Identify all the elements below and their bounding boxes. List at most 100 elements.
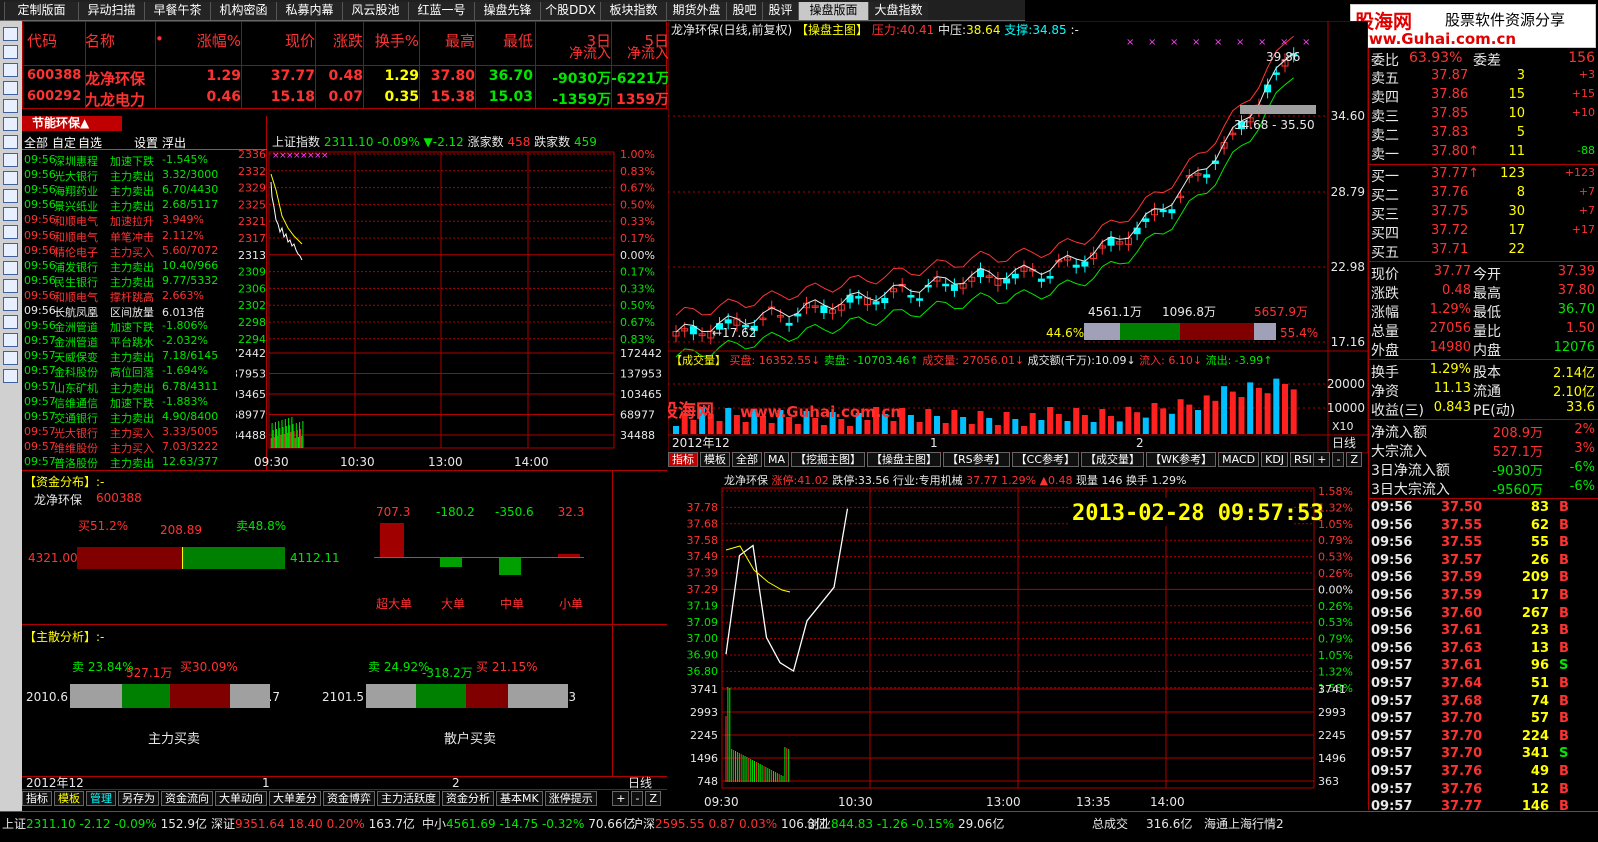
tab-3[interactable]: 机构密函 <box>210 2 276 20</box>
bottom-btn-7[interactable]: 资金博弈 <box>323 791 375 806</box>
list-item[interactable]: 09:56 和顺电气 加速拉升 3.949% <box>22 213 267 228</box>
kline-btn-11[interactable]: KDJ <box>1261 452 1289 467</box>
list-item[interactable]: 09:56 和顺电气 单笔冲击 2.112% <box>22 229 267 244</box>
status-index-0[interactable]: 上证2311.10 -2.12 -0.09% 152.9亿 <box>2 815 207 832</box>
toolbar-icon[interactable] <box>3 153 18 167</box>
col-header-0[interactable]: 代码 <box>27 30 83 51</box>
list-item[interactable]: 09:57 金洲管道 平台跳水 -2.032% <box>22 334 267 349</box>
list-item[interactable]: 09:56 精伦电子 主力买入 5.60/7072 <box>22 244 267 259</box>
tab-2[interactable]: 早餐午茶 <box>144 2 210 20</box>
kline-ctrl-0[interactable]: + <box>1313 452 1331 467</box>
buy-row[interactable]: 买二 37.76 8 +7 <box>1369 185 1598 204</box>
bottom-btn-6[interactable]: 大单差分 <box>269 791 321 806</box>
sell-row[interactable]: 卖四 37.86 15 +15 <box>1369 87 1598 106</box>
list-item[interactable]: 09:57 维维股份 主力买入 7.03/3222 <box>22 440 267 455</box>
kline-btn-4[interactable]: 【挖掘主图】 <box>791 452 866 467</box>
bottom-btn-11[interactable]: 涨停提示 <box>544 791 597 806</box>
bottom-btn-3[interactable]: 另存为 <box>118 791 159 806</box>
toolbar-icon[interactable] <box>3 171 18 185</box>
bottom-btn-8[interactable]: 主力活跃度 <box>377 791 440 806</box>
bottom-btn-1[interactable]: 模板 <box>54 791 84 806</box>
toolbar-icon[interactable] <box>3 297 18 311</box>
bottom-btn-10[interactable]: 基本MK <box>496 791 543 806</box>
bottom-ctrl-0[interactable]: + <box>612 791 630 806</box>
tab-1[interactable]: 异动扫描 <box>78 2 144 20</box>
col-header-6[interactable]: 换手% <box>363 30 419 51</box>
status-index-2[interactable]: 中小4561.69 -14.75 -0.32% 70.66亿 <box>422 815 635 832</box>
tick-row[interactable]: 09:57 37.70 224 B <box>1369 729 1598 746</box>
toolbar-icon[interactable] <box>3 279 18 293</box>
list-item[interactable]: 09:56 民生银行 主力卖出 9.77/5332 <box>22 274 267 289</box>
bottom-ctrl-2[interactable]: Z <box>645 791 661 806</box>
status-index-1[interactable]: 深证9351.64 18.40 0.20% 163.7亿 <box>211 815 415 832</box>
kline-btn-7[interactable]: 【CC参考】 <box>1011 452 1080 467</box>
tick-row[interactable]: 09:56 37.63 13 B <box>1369 641 1598 658</box>
tab-11[interactable]: 股吧 <box>726 2 762 20</box>
toolbar-icon[interactable] <box>3 261 18 275</box>
kline-btn-2[interactable]: 全部 <box>732 452 762 467</box>
sell-row[interactable]: 卖五 37.87 3 +3 <box>1369 68 1598 87</box>
toolbar-icon[interactable] <box>3 63 18 77</box>
bottom-btn-2[interactable]: 管理 <box>86 791 116 806</box>
toolbar-icon[interactable] <box>3 45 18 59</box>
toolbar-icon[interactable] <box>3 99 18 113</box>
list-item[interactable]: 09:57 金科股份 高位回落 -1.694% <box>22 364 267 379</box>
toolbar-icon[interactable] <box>3 369 18 383</box>
tick-row[interactable]: 09:57 37.70 57 B <box>1369 711 1598 728</box>
buy-row[interactable]: 买一 37.77↑ 123 +123 <box>1369 166 1598 185</box>
tab-5[interactable]: 风云股池 <box>342 2 408 20</box>
toolbar-icon[interactable] <box>3 189 18 203</box>
col-header-8[interactable]: 最低 <box>475 30 533 51</box>
table-row[interactable]: 600292 九龙电力 0.46 15.18 0.07 0.35 15.38 15.03 -13… <box>23 89 669 109</box>
toolbar-icon[interactable] <box>3 135 18 149</box>
tick-row[interactable]: 09:57 37.61 96 S <box>1369 658 1598 675</box>
toolbar-icon[interactable] <box>3 315 18 329</box>
list-item[interactable]: 09:56 金洲管道 加速下跌 -1.806% <box>22 319 267 334</box>
list-item[interactable]: 09:56 海翔药业 主力卖出 6.70/4430 <box>22 183 267 198</box>
bdate-period[interactable]: 日线 <box>628 777 652 790</box>
tab-4[interactable]: 私募内幕 <box>276 2 342 20</box>
kline-btn-3[interactable]: MA <box>764 452 790 467</box>
toolbar-icon[interactable] <box>3 117 18 131</box>
tab-7[interactable]: 操盘先锋 <box>474 2 540 20</box>
kline-btn-12[interactable]: RSI <box>1290 452 1316 467</box>
kline-ctrl-1[interactable]: - <box>1332 452 1345 467</box>
list-item[interactable]: 09:56 深圳惠程 加速下跌 -1.545% <box>22 153 267 168</box>
tick-row[interactable]: 09:57 37.68 74 B <box>1369 694 1598 711</box>
list-item[interactable]: 09:56 景兴纸业 主力卖出 2.68/5117 <box>22 198 267 213</box>
bottom-btn-0[interactable]: 指标 <box>22 791 52 806</box>
list-item[interactable]: 09:57 普洛股份 主力卖出 12.63/377 <box>22 455 267 470</box>
col-header-1[interactable]: 名称 <box>85 30 155 51</box>
kline-ctrl-2[interactable]: Z <box>1346 452 1362 467</box>
list-item[interactable]: 09:57 山东矿机 主力卖出 6.78/4311 <box>22 380 267 395</box>
toolbar-icon[interactable] <box>3 81 18 95</box>
list-item[interactable]: 09:56 光大银行 主力卖出 3.32/3000 <box>22 168 267 183</box>
tick-row[interactable]: 09:57 37.70 341 S <box>1369 746 1598 763</box>
tick-row[interactable]: 09:56 37.57 26 B <box>1369 553 1598 570</box>
sell-row[interactable]: 卖一 37.80↑ 11 -88 <box>1369 144 1598 163</box>
kline-btn-5[interactable]: 【操盘主图】 <box>867 452 942 467</box>
buy-row[interactable]: 买四 37.72 17 +17 <box>1369 223 1598 242</box>
col-header-2[interactable]: • <box>155 30 175 48</box>
tick-row[interactable]: 09:56 37.61 23 B <box>1369 623 1598 640</box>
buy-row[interactable]: 买三 37.75 30 +7 <box>1369 204 1598 223</box>
tab-14[interactable]: 大盘指数 <box>868 2 928 20</box>
col-header-7[interactable]: 最高 <box>419 30 475 51</box>
tab-10[interactable]: 期货外盘 <box>666 2 726 20</box>
tab-13[interactable]: 操盘版面 <box>798 2 868 20</box>
kline-btn-8[interactable]: 【成交量】 <box>1081 452 1145 467</box>
status-index-3[interactable]: 沪深2595.55 0.87 0.03% 106.3亿 <box>631 815 827 832</box>
sector-title[interactable]: 节能环保▲ <box>22 116 122 131</box>
list-item[interactable]: 09:56 和顺电气 撑杆跳高 2.663% <box>22 289 267 304</box>
tab-6[interactable]: 红蓝一号 <box>408 2 474 20</box>
tab-9[interactable]: 板块指数 <box>600 2 666 20</box>
list-item[interactable]: 09:57 光大银行 主力买入 3.33/5005 <box>22 425 267 440</box>
buy-row[interactable]: 买五 37.71 22 <box>1369 242 1598 261</box>
toolbar-icon[interactable] <box>3 225 18 239</box>
col-header-4[interactable]: 现价 <box>241 30 315 51</box>
kline-btn-0[interactable]: 指标 <box>668 452 698 467</box>
tick-row[interactable]: 09:57 37.76 49 B <box>1369 764 1598 781</box>
tab-0[interactable]: 定制版面 <box>4 2 78 20</box>
list-item[interactable]: 09:56 浦发银行 主力卖出 10.40/966 <box>22 259 267 274</box>
toolbar-icon[interactable] <box>3 243 18 257</box>
